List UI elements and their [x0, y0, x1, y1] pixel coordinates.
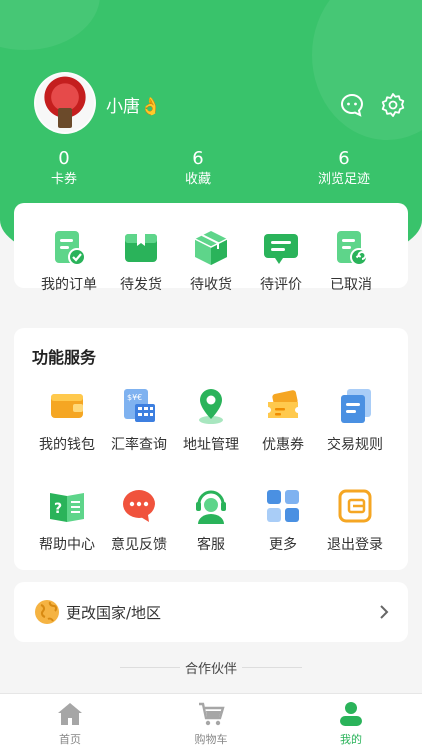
tab-profile[interactable]: 我的	[311, 700, 391, 747]
stat-history[interactable]: 6 浏览足迹	[294, 148, 394, 190]
help-book-icon: ?	[50, 493, 84, 522]
service-more[interactable]: 更多	[244, 486, 322, 554]
order-label: 我的订单	[41, 277, 97, 293]
avatar[interactable]	[34, 72, 96, 134]
service-label: 汇率查询	[111, 437, 167, 453]
service-label: 交易规则	[327, 437, 383, 453]
service-wallet[interactable]: 我的钱包	[28, 386, 106, 454]
stats-row: 0 卡券 6 收藏 6 浏览足迹	[0, 148, 422, 192]
stat-value: 0	[58, 148, 70, 169]
stat-coupons[interactable]: 0 卡券	[14, 148, 114, 190]
service-label: 优惠券	[262, 437, 304, 453]
gear-icon[interactable]	[380, 92, 406, 118]
service-help-center[interactable]: ? 帮助中心	[28, 486, 106, 554]
divider-line	[242, 667, 302, 668]
order-to-receive-button[interactable]: 待收货	[176, 228, 246, 294]
change-region-label: 更改国家/地区	[66, 604, 162, 622]
username[interactable]: 小唐👌	[106, 92, 161, 117]
order-cancelled-button[interactable]: 已取消	[316, 228, 386, 294]
customer-service-icon	[196, 490, 226, 524]
feedback-bubble-icon	[123, 490, 155, 522]
order-label: 待评价	[260, 277, 302, 293]
globe-icon	[35, 600, 59, 624]
bottom-tab-bar: 首页 购物车 我的	[0, 693, 422, 750]
stat-label: 浏览足迹	[317, 172, 370, 187]
service-label: 退出登录	[327, 537, 383, 553]
service-label: 客服	[197, 537, 225, 553]
service-coupons[interactable]: 优惠券	[244, 386, 322, 454]
stat-favorites[interactable]: 6 收藏	[148, 148, 248, 190]
order-to-ship-button[interactable]: 待发货	[106, 228, 176, 294]
stat-value: 6	[192, 148, 204, 169]
order-label: 已取消	[330, 277, 372, 293]
section-title: 功能服务	[32, 348, 97, 367]
divider-line	[120, 667, 180, 668]
order-all-button[interactable]: 我的订单	[34, 228, 104, 294]
order-label: 待发货	[120, 277, 162, 293]
grid-more-icon	[267, 490, 299, 522]
wallet-icon	[51, 394, 83, 418]
service-feedback[interactable]: 意见反馈	[100, 486, 178, 554]
package-box-icon	[125, 234, 157, 262]
partners-label: 合作伙伴	[184, 662, 237, 677]
decor-bubble	[0, 0, 100, 50]
svg-text:?: ?	[54, 501, 62, 517]
order-check-icon	[55, 231, 86, 266]
cancel-doc-icon	[337, 231, 368, 266]
tab-home[interactable]: 首页	[30, 700, 110, 747]
profile-header: 小唐👌	[34, 72, 406, 136]
user-icon	[340, 702, 362, 726]
service-address[interactable]: 地址管理	[172, 386, 250, 454]
service-label: 地址管理	[183, 437, 239, 453]
service-label: 更多	[269, 537, 297, 553]
location-pin-icon	[199, 389, 223, 424]
orders-card: 我的订单 待发货 待收货 待评价 已取消	[14, 203, 408, 293]
tab-label: 首页	[59, 733, 81, 746]
order-label: 待收货	[190, 277, 232, 293]
service-label: 帮助中心	[39, 537, 95, 553]
tab-label: 购物车	[194, 733, 228, 746]
tab-cart[interactable]: 购物车	[171, 700, 251, 747]
home-icon	[58, 703, 82, 725]
calculator-icon: $¥€	[124, 389, 155, 422]
order-to-review-button[interactable]: 待评价	[246, 228, 316, 294]
service-label: 意见反馈	[111, 537, 167, 553]
coupon-icon	[268, 390, 298, 418]
service-exchange-rate[interactable]: $¥€ 汇率查询	[100, 386, 178, 454]
service-logout[interactable]: 退出登录	[316, 486, 394, 554]
tab-label: 我的	[340, 733, 362, 746]
logout-icon	[338, 489, 372, 523]
delivery-box-icon	[194, 231, 228, 265]
service-customer-service[interactable]: 客服	[172, 486, 250, 554]
chevron-right-icon	[380, 605, 389, 619]
cart-icon	[199, 702, 225, 726]
stat-value: 6	[338, 148, 350, 169]
stat-label: 收藏	[184, 172, 211, 187]
svg-text:$¥€: $¥€	[127, 393, 142, 402]
service-label: 我的钱包	[39, 437, 95, 453]
change-region-row[interactable]: 更改国家/地区	[14, 582, 408, 642]
partners-divider: 合作伙伴	[0, 658, 422, 677]
services-card: 功能服务 我的钱包 $¥€ 汇率查询 地址管理 优惠券 交易规则 ? 帮助中心 …	[14, 328, 408, 570]
service-trade-rules[interactable]: 交易规则	[316, 386, 394, 454]
stat-label: 卡券	[50, 172, 77, 187]
document-stack-icon	[341, 389, 371, 423]
chat-icon[interactable]	[339, 92, 365, 118]
comment-icon	[264, 234, 298, 264]
